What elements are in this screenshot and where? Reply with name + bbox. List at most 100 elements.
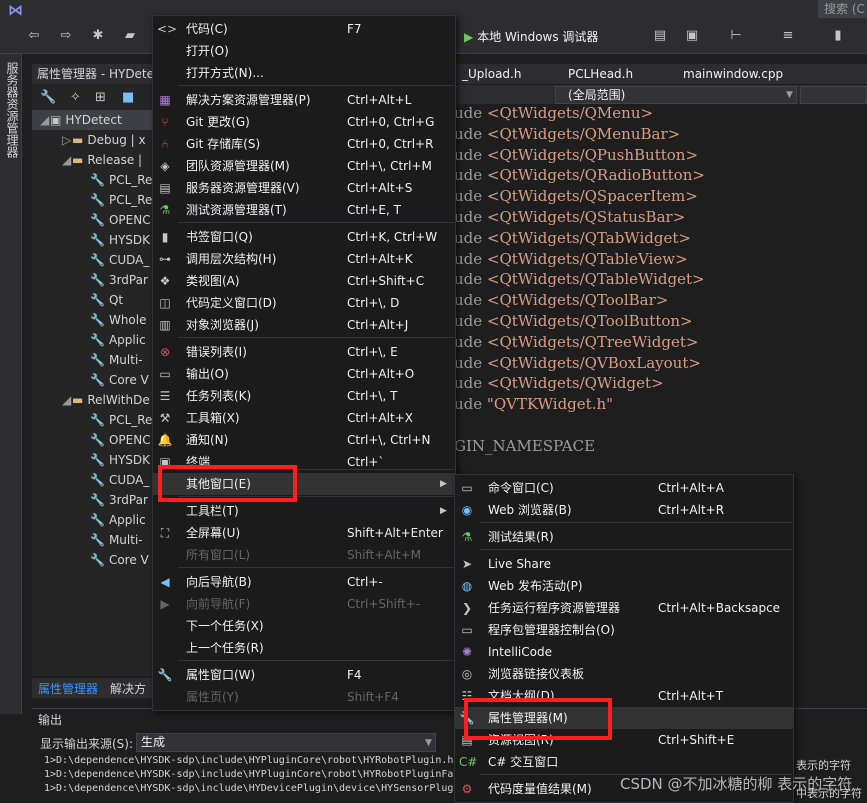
view-menu-item[interactable]: ⚒ 工具箱(X) Ctrl+Alt+X: [153, 407, 455, 429]
view-menu-item[interactable]: ⑃ Git 存储库(S) Ctrl+0, Ctrl+R: [153, 133, 455, 155]
server-explorer-strip[interactable]: 服务器资源管理器: [0, 54, 22, 714]
run-debugger-button[interactable]: ▶ 本地 Windows 调试器: [464, 28, 598, 45]
tree-item[interactable]: 🔧 CUDA_: [32, 470, 154, 490]
tree-item[interactable]: 🔧 3rdPar: [32, 490, 154, 510]
submenu-item[interactable]: ❯ 任务运行程序资源管理器 Ctrl+Alt+Backsapce: [455, 597, 793, 619]
tree-item[interactable]: 🔧 Qt: [32, 290, 154, 310]
view-menu-item[interactable]: ◈ 团队资源管理器(M) Ctrl+\, Ctrl+M: [153, 155, 455, 177]
view-menu-item[interactable]: ▥ 对象浏览器(J) Ctrl+Alt+J: [153, 314, 455, 336]
add-property-sheet-icon[interactable]: ✧: [70, 90, 81, 105]
tree-item[interactable]: ▷▬ Debug | x: [32, 130, 154, 150]
tree-item[interactable]: 🔧 PCL_Re: [32, 410, 154, 430]
new-project-icon[interactable]: ✱: [90, 28, 106, 44]
view-menu-item[interactable]: ◫ 代码定义窗口(D) Ctrl+\, D: [153, 292, 455, 314]
tree-item[interactable]: 🔧 PCL_Re: [32, 170, 154, 190]
editor-tab[interactable]: PCLHead.h: [568, 64, 633, 84]
member-dropdown[interactable]: [800, 86, 867, 104]
expander-icon[interactable]: ◢: [40, 110, 50, 130]
code-prefix: ude: [454, 332, 487, 351]
view-menu-item[interactable]: ▮ 书签窗口(Q) Ctrl+K, Ctrl+W: [153, 226, 455, 248]
scope-dropdown[interactable]: (全局范围): [555, 86, 797, 104]
submenu-item[interactable]: ▭ 命令窗口(C) Ctrl+Alt+A: [455, 477, 793, 499]
tree-item[interactable]: 🔧 Multi-: [32, 350, 154, 370]
view-menu-item[interactable]: 打开(O): [153, 40, 455, 62]
tree-item[interactable]: 🔧 Whole: [32, 310, 154, 330]
view-menu-item[interactable]: ▤ 服务器资源管理器(V) Ctrl+Alt+S: [153, 177, 455, 199]
tab-property-manager[interactable]: 属性管理器: [38, 680, 98, 697]
tree-item[interactable]: 🔧 OPENC: [32, 210, 154, 230]
toolbar-tool-icon[interactable]: ⊢: [728, 28, 744, 44]
tree-item[interactable]: ◢▬ RelWithDe: [32, 390, 154, 410]
submenu-item[interactable]: ⚗ 测试结果(R): [455, 526, 793, 548]
editor-tab[interactable]: mainwindow.cpp: [683, 64, 783, 84]
include-path: <QtWidgets/QMenuBar>: [486, 124, 681, 143]
bookmark-icon[interactable]: ▮: [830, 28, 846, 44]
view-menu-item[interactable]: ⊗ 错误列表(I) Ctrl+\, E: [153, 341, 455, 363]
view-menu-item[interactable]: ⊶ 调用层次结构(H) Ctrl+Alt+K: [153, 248, 455, 270]
expander-icon[interactable]: ◢: [62, 150, 72, 170]
output-source-select[interactable]: 生成: [136, 733, 436, 752]
visual-studio-logo-icon[interactable]: ⋈: [8, 1, 23, 19]
tree-item[interactable]: 🔧 OPENC: [32, 430, 154, 450]
view-menu-item[interactable]: ▦ 解决方案资源管理器(P) Ctrl+Alt+L: [153, 89, 455, 111]
view-menu-item[interactable]: 下一个任务(X): [153, 615, 455, 637]
view-menu-item[interactable]: ⑂ Git 更改(G) Ctrl+0, Ctrl+G: [153, 111, 455, 133]
view-menu-item[interactable]: 上一个任务(R): [153, 637, 455, 659]
tree-item[interactable]: 🔧 Applic: [32, 510, 154, 530]
view-menu-item[interactable]: ▭ 输出(O) Ctrl+Alt+O: [153, 363, 455, 385]
view-menu-item[interactable]: 属性页(Y) Shift+F4: [153, 686, 455, 708]
menu-item-label: 工具箱(X): [186, 411, 240, 425]
view-menu-item[interactable]: ☰ 任务列表(K) Ctrl+\, T: [153, 385, 455, 407]
submenu-item[interactable]: ◉ Web 浏览器(B) Ctrl+Alt+R: [455, 499, 793, 521]
add-existing-icon[interactable]: ⊞: [95, 90, 106, 105]
submenu-item[interactable]: ◎ 浏览器链接仪表板: [455, 663, 793, 685]
forward-arrow-icon[interactable]: ⇨: [58, 28, 74, 44]
tab-solution-explorer[interactable]: 解决方: [110, 680, 146, 697]
search-input[interactable]: 搜索 (C: [818, 0, 867, 18]
menu-item-label: 代码定义窗口(D): [186, 296, 277, 310]
submenu-item[interactable]: ➤ Live Share: [455, 553, 793, 575]
tree-item[interactable]: 🔧 PCL_Re: [32, 190, 154, 210]
toolbar-tool-icon[interactable]: ▣: [684, 28, 700, 44]
view-menu-item[interactable]: <> 代码(C) F7: [153, 18, 455, 40]
view-menu-item[interactable]: ⚗ 测试资源管理器(T) Ctrl+E, T: [153, 199, 455, 221]
tree-item[interactable]: ◢▣ HYDetect: [32, 110, 154, 130]
view-menu-item[interactable]: ◀ 向后导航(B) Ctrl+-: [153, 571, 455, 593]
view-menu-item[interactable]: 打开方式(N)...: [153, 62, 455, 84]
view-menu-item[interactable]: 所有窗口(L) Shift+Alt+M: [153, 544, 455, 566]
menu-item-shortcut: Ctrl+Shift+-: [347, 597, 421, 611]
code-line: ude <QtWidgets/QMenuBar>: [454, 124, 680, 145]
view-menu-item[interactable]: 工具栏(T) ▶: [153, 500, 455, 522]
code-line: ude <QtWidgets/QWidget>: [454, 373, 664, 394]
editor-tab[interactable]: _Upload.h: [462, 64, 521, 84]
view-menu-item[interactable]: ⛶ 全屏幕(U) Shift+Alt+Enter: [153, 522, 455, 544]
tree-item[interactable]: 🔧 3rdPar: [32, 270, 154, 290]
view-menu-item[interactable]: 🔧 属性窗口(W) F4: [153, 664, 455, 686]
submenu-item[interactable]: ▭ 程序包管理器控制台(O): [455, 619, 793, 641]
tree-item[interactable]: 🔧 HYSDK: [32, 230, 154, 250]
view-menu-item[interactable]: ▶ 向前导航(F) Ctrl+Shift+-: [153, 593, 455, 615]
save-icon[interactable]: ■: [122, 90, 134, 105]
submenu-item[interactable]: C# C# 交互窗口: [455, 751, 793, 773]
back-arrow-icon[interactable]: ⇦: [26, 28, 42, 44]
tree-item[interactable]: ◢▬ Release |: [32, 150, 154, 170]
submenu-item[interactable]: ◍ Web 发布活动(P): [455, 575, 793, 597]
open-folder-icon[interactable]: ▰: [122, 28, 138, 44]
include-path: <QtWidgets/QWidget>: [486, 374, 664, 393]
tree-item[interactable]: 🔧 Core V: [32, 370, 154, 390]
tree-item[interactable]: 🔧 CUDA_: [32, 250, 154, 270]
tree-item[interactable]: 🔧 Core V: [32, 550, 154, 570]
expander-icon[interactable]: ◢: [62, 390, 72, 410]
menu-item-label: 解决方案资源管理器(P): [186, 93, 311, 107]
submenu-item[interactable]: ✺ IntelliCode: [455, 641, 793, 663]
wrench-icon[interactable]: 🔧: [40, 90, 56, 105]
toolbar-tool-icon[interactable]: ≡: [780, 28, 796, 44]
view-menu-item[interactable]: 🔔 通知(N) Ctrl+\, Ctrl+N: [153, 429, 455, 451]
tree-item[interactable]: 🔧 HYSDK: [32, 450, 154, 470]
expander-icon[interactable]: ▷: [62, 130, 72, 150]
class-view-icon: ❖: [159, 274, 171, 288]
toolbar-tool-icon[interactable]: ▤: [652, 28, 668, 44]
tree-item[interactable]: 🔧 Multi-: [32, 530, 154, 550]
tree-item[interactable]: 🔧 Applic: [32, 330, 154, 350]
view-menu-item[interactable]: ❖ 类视图(A) Ctrl+Shift+C: [153, 270, 455, 292]
